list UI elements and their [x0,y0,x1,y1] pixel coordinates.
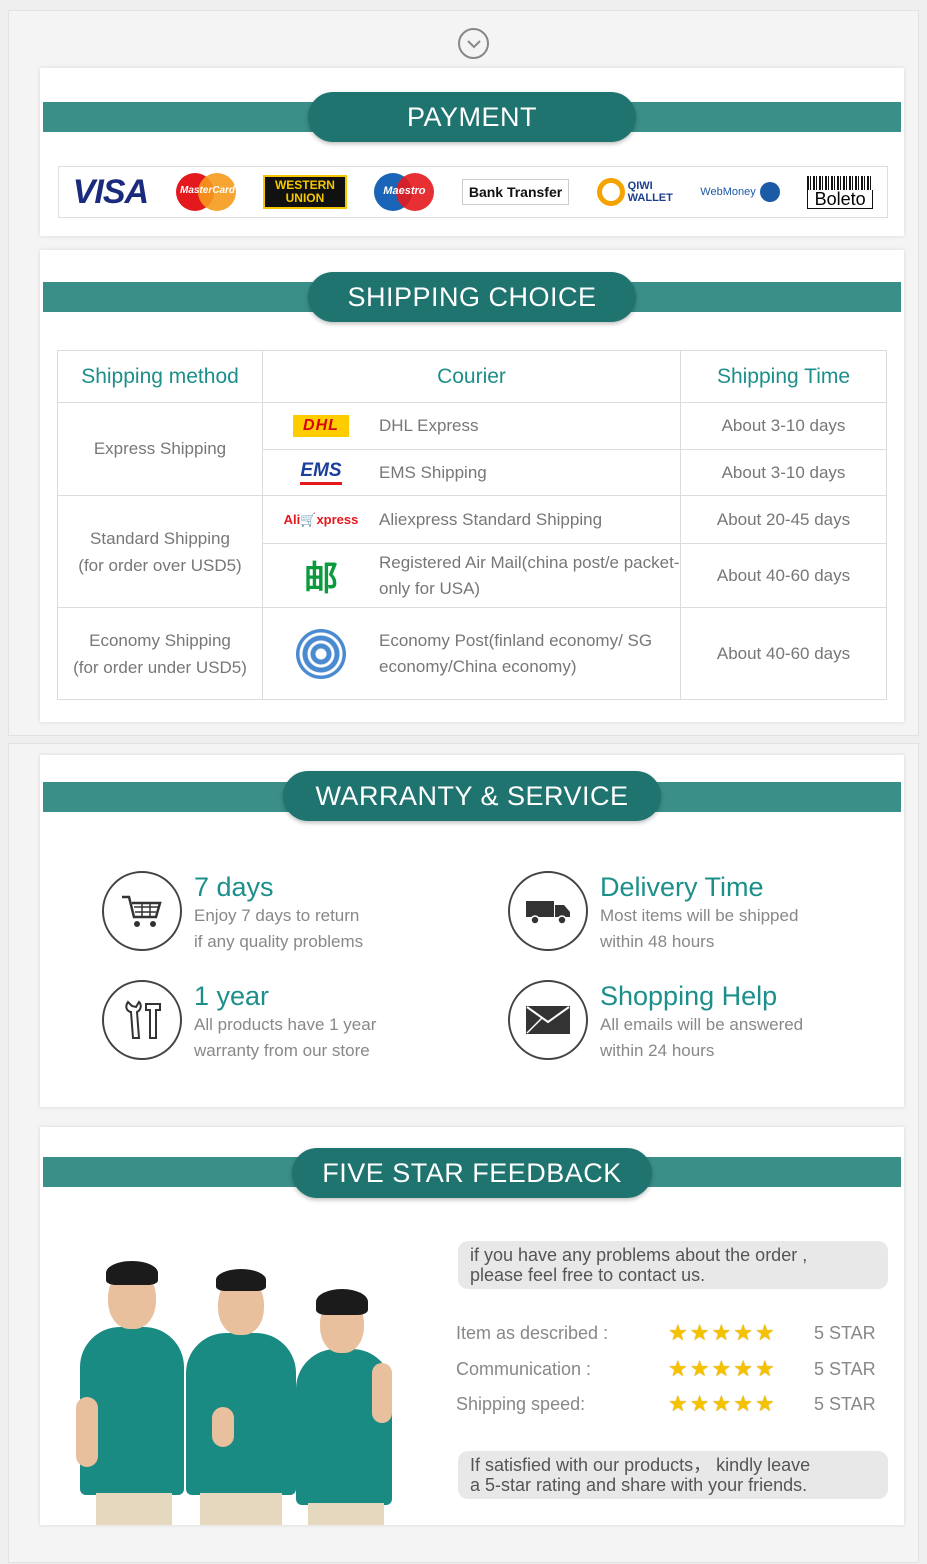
feedback-card: FIVE STAR FEEDBACK if you have any probl… [40,1127,904,1525]
ems-logo: EMS [300,460,342,485]
western-union-logo: WESTERN UNION [262,175,347,209]
warranty-title-delivery: Delivery Time [600,872,764,902]
method-cell: Economy Shipping (for order under USD5) [57,607,263,700]
header-shipping-method: Shipping method [57,350,263,403]
shipping-table: Shipping method Courier Shipping Time Ex… [57,350,887,700]
payment-title: PAYMENT [308,92,636,142]
courier-name: DHL Express [379,416,479,435]
webmoney-logo: WebMoney [700,182,780,202]
warranty-title-return: 7 days [194,872,274,902]
header-shipping-time: Shipping Time [680,350,887,403]
warranty-item-return: 7 days Enjoy 7 days to return if any quali… [102,871,363,955]
rating-row: Shipping speed: ★ ★ ★ ★ ★ 5 STAR [456,1391,876,1416]
warranty-card: WARRANTY & SERVICE 7 days Enjoy 7 days to… [40,755,904,1107]
truck-icon [508,871,588,951]
warranty-title-help: Shopping Help [600,981,778,1011]
cart-icon [102,871,182,951]
payment-methods: VISA MasterCard WESTERN UNION Maestro Ban… [58,166,888,218]
envelope-icon [508,980,588,1060]
maestro-logo: Maestro [374,173,435,211]
courier-name: EMS Shipping [379,462,487,482]
courier-name: Economy Post(finland economy/ SG economy… [379,630,653,676]
warranty-title-year: 1 year [194,981,270,1011]
aliexpress-logo: Ali🛒xpress [283,511,359,527]
method-cell: Express Shipping [57,402,263,496]
boleto-logo: Boleto [807,175,874,209]
feedback-title: FIVE STAR FEEDBACK [292,1148,652,1198]
star-rating: ★ ★ ★ ★ ★ [668,1356,775,1381]
header-courier: Courier [262,350,681,403]
warranty-item-help: Shopping Help All emails will be answered… [508,980,803,1064]
courier-name: Registered Air Mail(china post/e packet-… [379,552,680,598]
time-cell: About 20-45 days [680,495,887,544]
visa-logo: VISA [72,172,149,211]
rating-row: Communication : ★ ★ ★ ★ ★ 5 STAR [456,1356,876,1381]
table-row: Standard Shipping (for order over USD5) A… [57,495,887,608]
mastercard-logo: MasterCard [175,173,236,211]
warranty-item-year: 1 year All products have 1 year warranty f… [102,980,376,1064]
rating-request-bubble: If satisfied with our products， kindly l… [458,1451,888,1499]
time-cell: About 40-60 days [680,607,887,700]
contact-bubble: if you have any problems about the order… [458,1241,888,1289]
star-rating: ★ ★ ★ ★ ★ [668,1391,775,1416]
rating-row: Item as described : ★ ★ ★ ★ ★ 5 STAR [456,1320,876,1345]
courier-name: Aliexpress Standard Shipping [379,509,603,529]
staff-photo [76,1257,396,1525]
table-row: Express Shipping DHL DHL Express About 3-… [57,402,887,496]
shipping-card: SHIPPING CHOICE Shipping method Courier … [40,250,904,722]
table-row: Economy Shipping (for order under USD5) E… [57,607,887,700]
star-rating: ★ ★ ★ ★ ★ [668,1320,775,1345]
china-post-icon: 邮 [304,560,338,598]
payment-card: PAYMENT VISA MasterCard WESTERN UNION Mae… [40,68,904,236]
qiwi-wallet-logo: QIWI WALLET [596,178,673,206]
chevron-down-icon[interactable] [458,28,489,59]
bank-transfer-logo: Bank Transfer [461,179,570,205]
dhl-logo: DHL [293,415,349,437]
warranty-item-delivery: Delivery Time Most items will be shipped w… [508,871,798,955]
method-cell: Standard Shipping (for order over USD5) [57,495,263,608]
time-cell: About 40-60 days [680,543,887,608]
warranty-title: WARRANTY & SERVICE [283,771,661,821]
time-cell: About 3-10 days [680,449,887,496]
tools-icon [102,980,182,1060]
time-cell: About 3-10 days [680,402,887,450]
un-globe-icon [296,628,346,679]
shipping-title: SHIPPING CHOICE [308,272,636,322]
